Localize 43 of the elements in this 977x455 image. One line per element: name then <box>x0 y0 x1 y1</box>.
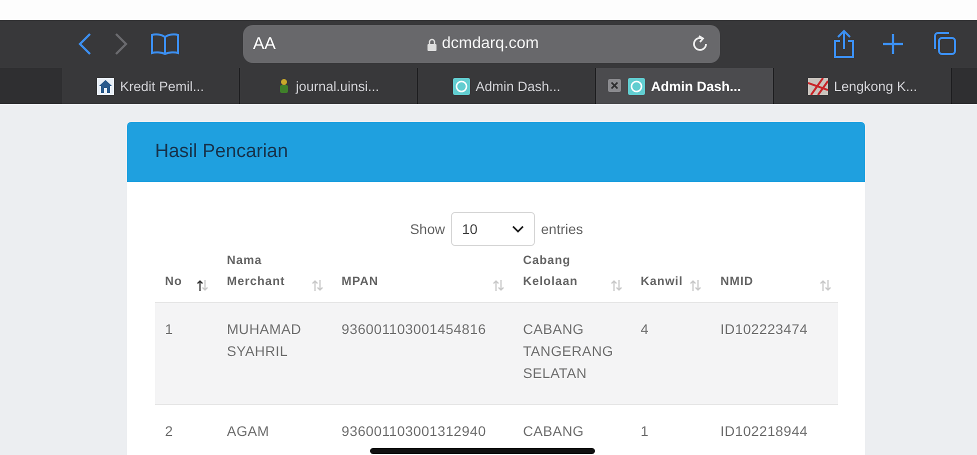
table-cell: CABANG TANGERANG SELATAN <box>522 321 614 381</box>
column-header[interactable]: MPAN <box>342 271 378 292</box>
table-cell: 936001103001454816 <box>342 321 486 337</box>
column-header[interactable]: Kanwil <box>640 271 683 292</box>
show-label: Show <box>410 221 445 237</box>
reload-icon[interactable] <box>690 34 710 54</box>
close-icon[interactable] <box>608 79 621 92</box>
table-cell: 2 <box>165 423 174 439</box>
lock-icon <box>426 38 437 50</box>
table-cell: 1 <box>165 321 174 337</box>
new-tab-icon[interactable] <box>882 33 904 55</box>
card-title: Hasil Pencarian <box>155 141 288 163</box>
back-icon[interactable] <box>78 32 92 56</box>
dashboard-icon <box>628 78 645 94</box>
table-cell: MUHAMAD SYAHRIL <box>226 321 302 359</box>
column-header[interactable]: NMID <box>720 271 754 292</box>
share-icon[interactable] <box>832 29 856 59</box>
table-cell: CABANG <box>522 423 584 439</box>
column-header[interactable]: Nama Merchant <box>226 250 311 292</box>
chevron-down-icon <box>512 225 524 233</box>
url-text[interactable]: dcmdarq.com <box>442 35 539 53</box>
table-cell: 4 <box>640 321 649 337</box>
entries-label: entries <box>541 221 584 237</box>
browser-tab[interactable]: Admin Dash... <box>418 68 596 104</box>
table-cell: 1 <box>640 423 649 439</box>
browser-tab[interactable]: Lengkong K... <box>774 68 952 104</box>
dashboard-icon <box>452 78 470 94</box>
table-cell: ID102223474 <box>720 321 808 337</box>
browser-tab[interactable]: journal.uinsi... <box>240 68 418 104</box>
figure-icon <box>278 78 290 94</box>
table-cell: AGAM <box>226 423 270 439</box>
browser-tab[interactable]: Admin Dash... <box>596 68 774 104</box>
browser-tab[interactable]: Kredit Pemil... <box>62 68 240 104</box>
map-icon <box>808 78 828 94</box>
text-size-button[interactable]: AA <box>253 34 276 54</box>
house-icon <box>96 78 114 94</box>
column-header[interactable]: Cabang Kelolaan <box>522 250 610 292</box>
entries-select[interactable]: 10 <box>451 212 535 246</box>
book-icon[interactable] <box>150 33 180 55</box>
table-cell: 936001103001312940 <box>342 423 486 439</box>
column-header[interactable]: No <box>165 271 182 292</box>
sort-icon[interactable] <box>196 279 209 292</box>
table-cell: ID102218944 <box>720 423 808 439</box>
